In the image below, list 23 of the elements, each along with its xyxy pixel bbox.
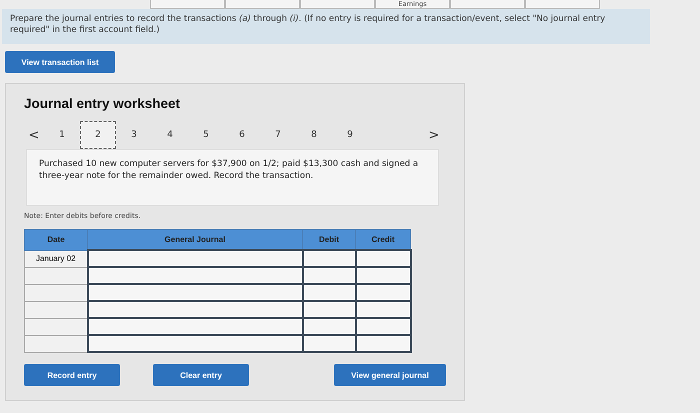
transaction-tab[interactable]: 4 xyxy=(152,122,188,148)
action-button[interactable]: View general journal xyxy=(334,364,446,386)
worksheet-title: Journal entry worksheet xyxy=(24,96,182,111)
transaction-tab[interactable]: 3 xyxy=(116,122,152,148)
column-header: Debit xyxy=(302,230,356,250)
action-button[interactable]: Record entry xyxy=(24,364,120,386)
column-header: Date xyxy=(24,230,88,250)
column-header: General Journal xyxy=(88,230,302,250)
action-button[interactable]: Clear entry xyxy=(153,364,249,386)
transaction-tab[interactable]: 9 xyxy=(332,122,368,148)
transaction-tab[interactable]: 5 xyxy=(188,122,224,148)
transaction-tab[interactable]: 8 xyxy=(296,122,332,148)
transaction-description: Purchased 10 new computer servers for $37,900 on 1/2; paid $13,300 cash and signed a three-year note for the remainder owed. Record the transaction. xyxy=(26,149,439,206)
next-button[interactable]: > xyxy=(424,128,444,142)
previous-button[interactable]: < xyxy=(24,128,44,142)
transaction-tab[interactable]: 2 xyxy=(80,121,116,149)
column-header: Credit xyxy=(356,230,410,250)
transaction-tab[interactable]: 6 xyxy=(224,122,260,148)
date-cell: January 02 xyxy=(24,250,88,267)
transaction-tab[interactable]: 7 xyxy=(260,122,296,148)
instructions-banner: Prepare the journal entries to record the transactions (a) through (i). (If no entry is required for a transaction/event, select "No journal entry required" in the first account field.) xyxy=(2,9,650,44)
view-transaction-list-button[interactable]: View transaction list xyxy=(5,51,115,73)
transaction-tab[interactable]: 1 xyxy=(44,122,80,148)
